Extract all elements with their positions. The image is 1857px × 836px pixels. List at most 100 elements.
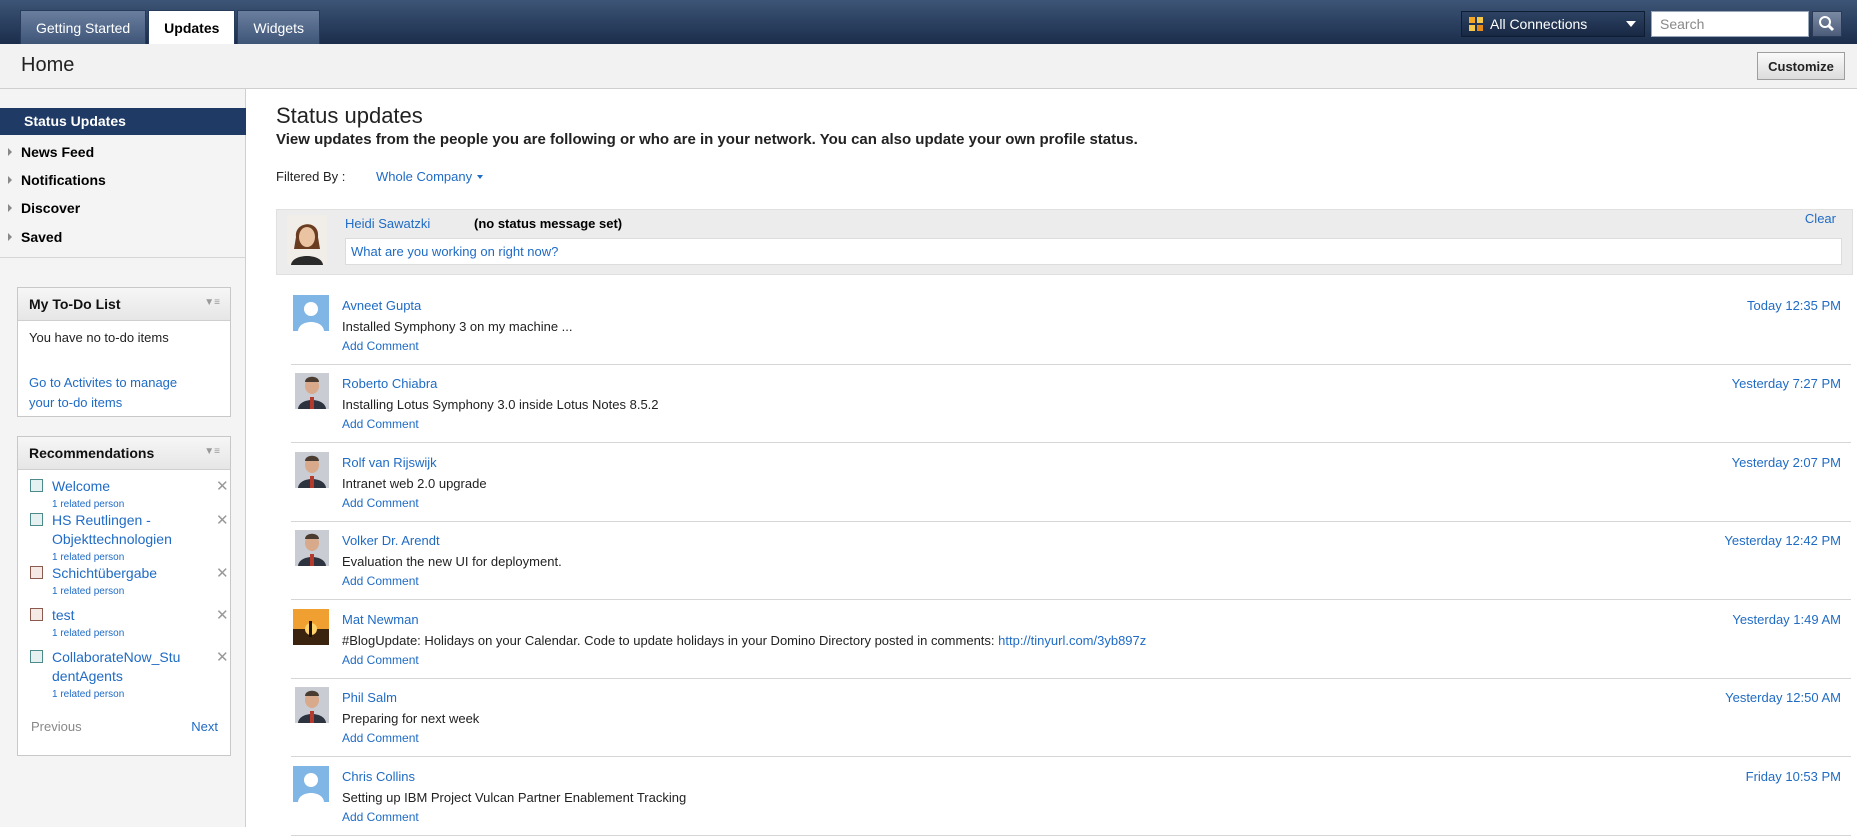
tab-getting-started[interactable]: Getting Started <box>20 10 147 44</box>
close-icon[interactable]: ✕ <box>216 648 229 666</box>
avatar[interactable] <box>295 687 331 723</box>
connections-dropdown[interactable]: All Connections <box>1461 11 1645 37</box>
status-entry: Chris Collins Setting up IBM Project Vulc… <box>291 758 1851 836</box>
add-comment-link[interactable]: Add Comment <box>342 417 419 431</box>
entry-author-link[interactable]: Roberto Chiabra <box>342 376 437 391</box>
tab-updates[interactable]: Updates <box>148 10 236 45</box>
recommendation-title: Welcome <box>52 478 111 494</box>
clear-status-link[interactable]: Clear <box>1805 211 1836 226</box>
recommendation-subtext: 1 related person <box>52 552 125 563</box>
filter-value: Whole Company <box>376 169 473 184</box>
entry-timestamp[interactable]: Yesterday 7:27 PM <box>1732 376 1841 391</box>
sidebar-item-discover[interactable]: Discover <box>8 200 80 216</box>
sidebar-item-label: Saved <box>21 229 63 245</box>
add-comment-link[interactable]: Add Comment <box>342 731 419 745</box>
my-status-message: (no status message set) <box>474 216 623 231</box>
tab-widgets[interactable]: Widgets <box>237 10 320 44</box>
widget-menu-icon[interactable]: ▼≡ <box>204 297 220 308</box>
sidebar-item-news-feed[interactable]: News Feed <box>8 144 94 160</box>
recommendation-title-line: dentAgents <box>52 668 123 684</box>
entry-message-text: Setting up IBM Project Vulcan Partner En… <box>342 790 687 805</box>
sidebar-item-saved[interactable]: Saved <box>8 229 62 245</box>
search-icon <box>1819 16 1835 32</box>
avatar[interactable] <box>293 766 329 802</box>
widget-menu-icon[interactable]: ▼≡ <box>204 446 220 457</box>
entry-message-link[interactable]: http://tinyurl.com/3yb897z <box>998 633 1146 648</box>
top-navigation-bar: Getting Started Updates Widgets All Conn… <box>0 0 1857 45</box>
sidebar-item-label: Notifications <box>21 172 106 188</box>
entry-message-text: Intranet web 2.0 upgrade <box>342 476 487 491</box>
connections-label: All Connections <box>1490 16 1588 32</box>
my-status-box: Heidi Sawatzki (no status message set) C… <box>276 209 1853 275</box>
recommendation-subtext: 1 related person <box>52 689 125 700</box>
recommendation-title: CollaborateNow_Stu dentAgents <box>52 648 192 686</box>
recommendation-subtext: 1 related person <box>52 499 125 510</box>
close-icon[interactable]: ✕ <box>216 606 229 624</box>
my-name-link[interactable]: Heidi Sawatzki <box>345 216 430 231</box>
recommendation-title-line: Objekttechnologien <box>52 531 172 547</box>
search-button[interactable] <box>1812 11 1842 37</box>
sidebar-item-label: News Feed <box>21 144 95 160</box>
entry-message-text: Installing Lotus Symphony 3.0 inside Lot… <box>342 397 659 412</box>
close-icon[interactable]: ✕ <box>216 477 229 495</box>
entry-author-link[interactable]: Avneet Gupta <box>342 298 421 313</box>
filter-dropdown[interactable]: Whole Company <box>376 169 484 184</box>
next-link[interactable]: Next <box>191 719 218 734</box>
status-entry: Rolf van Rijswijk Intranet web 2.0 upgrad… <box>291 444 1851 522</box>
todo-widget-header: My To-Do List ▼≡ <box>18 288 230 321</box>
entry-message: Installing Lotus Symphony 3.0 inside Lot… <box>342 397 659 412</box>
add-comment-link[interactable]: Add Comment <box>342 574 419 588</box>
todo-activities-link[interactable]: Go to Activites to manage your to-do ite… <box>29 373 177 413</box>
status-entry: Roberto Chiabra Installing Lotus Symphony… <box>291 365 1851 443</box>
left-sidebar: Status Updates News Feed Notifications D… <box>0 89 246 827</box>
chevron-down-icon <box>1626 21 1636 27</box>
add-comment-link[interactable]: Add Comment <box>342 339 419 353</box>
avatar <box>287 215 327 265</box>
entry-timestamp[interactable]: Yesterday 1:49 AM <box>1732 612 1841 627</box>
entry-author-link[interactable]: Volker Dr. Arendt <box>342 533 440 548</box>
page-heading: Status updates <box>276 103 423 128</box>
recommendations-widget: Recommendations ▼≡ Welcome 1 related per… <box>17 436 231 756</box>
close-icon[interactable]: ✕ <box>216 511 229 529</box>
triangle-right-icon <box>8 148 12 156</box>
entry-message: Intranet web 2.0 upgrade <box>342 476 487 491</box>
status-entry: Avneet Gupta Installed Symphony 3 on my m… <box>291 287 1851 365</box>
entry-timestamp[interactable]: Yesterday 2:07 PM <box>1732 455 1841 470</box>
connections-icon <box>1469 17 1483 31</box>
status-entry: Phil Salm Preparing for next week Add Comm… <box>291 679 1851 757</box>
avatar[interactable] <box>295 452 331 488</box>
avatar[interactable] <box>295 530 331 566</box>
entry-timestamp[interactable]: Today 12:35 PM <box>1747 298 1841 313</box>
sidebar-item-status-updates[interactable]: Status Updates <box>0 108 246 135</box>
close-icon[interactable]: ✕ <box>216 564 229 582</box>
customize-button[interactable]: Customize <box>1757 52 1845 80</box>
search-input[interactable] <box>1651 11 1809 37</box>
todo-widget: My To-Do List ▼≡ You have no to-do items… <box>17 287 231 417</box>
page-header: Home Customize <box>0 44 1857 89</box>
entry-author-link[interactable]: Phil Salm <box>342 690 397 705</box>
page-description: View updates from the people you are fol… <box>276 131 1138 148</box>
user-photo <box>287 215 327 265</box>
entry-message: Installed Symphony 3 on my machine ... <box>342 319 573 334</box>
forum-icon <box>30 650 43 663</box>
sidebar-divider <box>0 257 246 258</box>
avatar[interactable] <box>295 373 331 409</box>
entry-author-link[interactable]: Rolf van Rijswijk <box>342 455 437 470</box>
entry-timestamp[interactable]: Yesterday 12:42 PM <box>1724 533 1841 548</box>
status-input[interactable] <box>345 238 1842 265</box>
entry-timestamp[interactable]: Yesterday 12:50 AM <box>1725 690 1841 705</box>
recommendations-title: Recommendations <box>29 445 155 461</box>
entry-author-link[interactable]: Chris Collins <box>342 769 415 784</box>
triangle-right-icon <box>8 176 12 184</box>
previous-link[interactable]: Previous <box>31 719 82 734</box>
add-comment-link[interactable]: Add Comment <box>342 810 419 824</box>
avatar[interactable] <box>293 609 329 645</box>
entry-author-link[interactable]: Mat Newman <box>342 612 419 627</box>
entry-message-text: #BlogUpdate: Holidays on your Calendar. … <box>342 633 999 648</box>
recommendation-title: HS Reutlingen - Objekttechnologien <box>52 511 192 549</box>
entry-timestamp[interactable]: Friday 10:53 PM <box>1746 769 1841 784</box>
add-comment-link[interactable]: Add Comment <box>342 496 419 510</box>
add-comment-link[interactable]: Add Comment <box>342 653 419 667</box>
avatar[interactable] <box>293 295 329 331</box>
sidebar-item-notifications[interactable]: Notifications <box>8 172 106 188</box>
